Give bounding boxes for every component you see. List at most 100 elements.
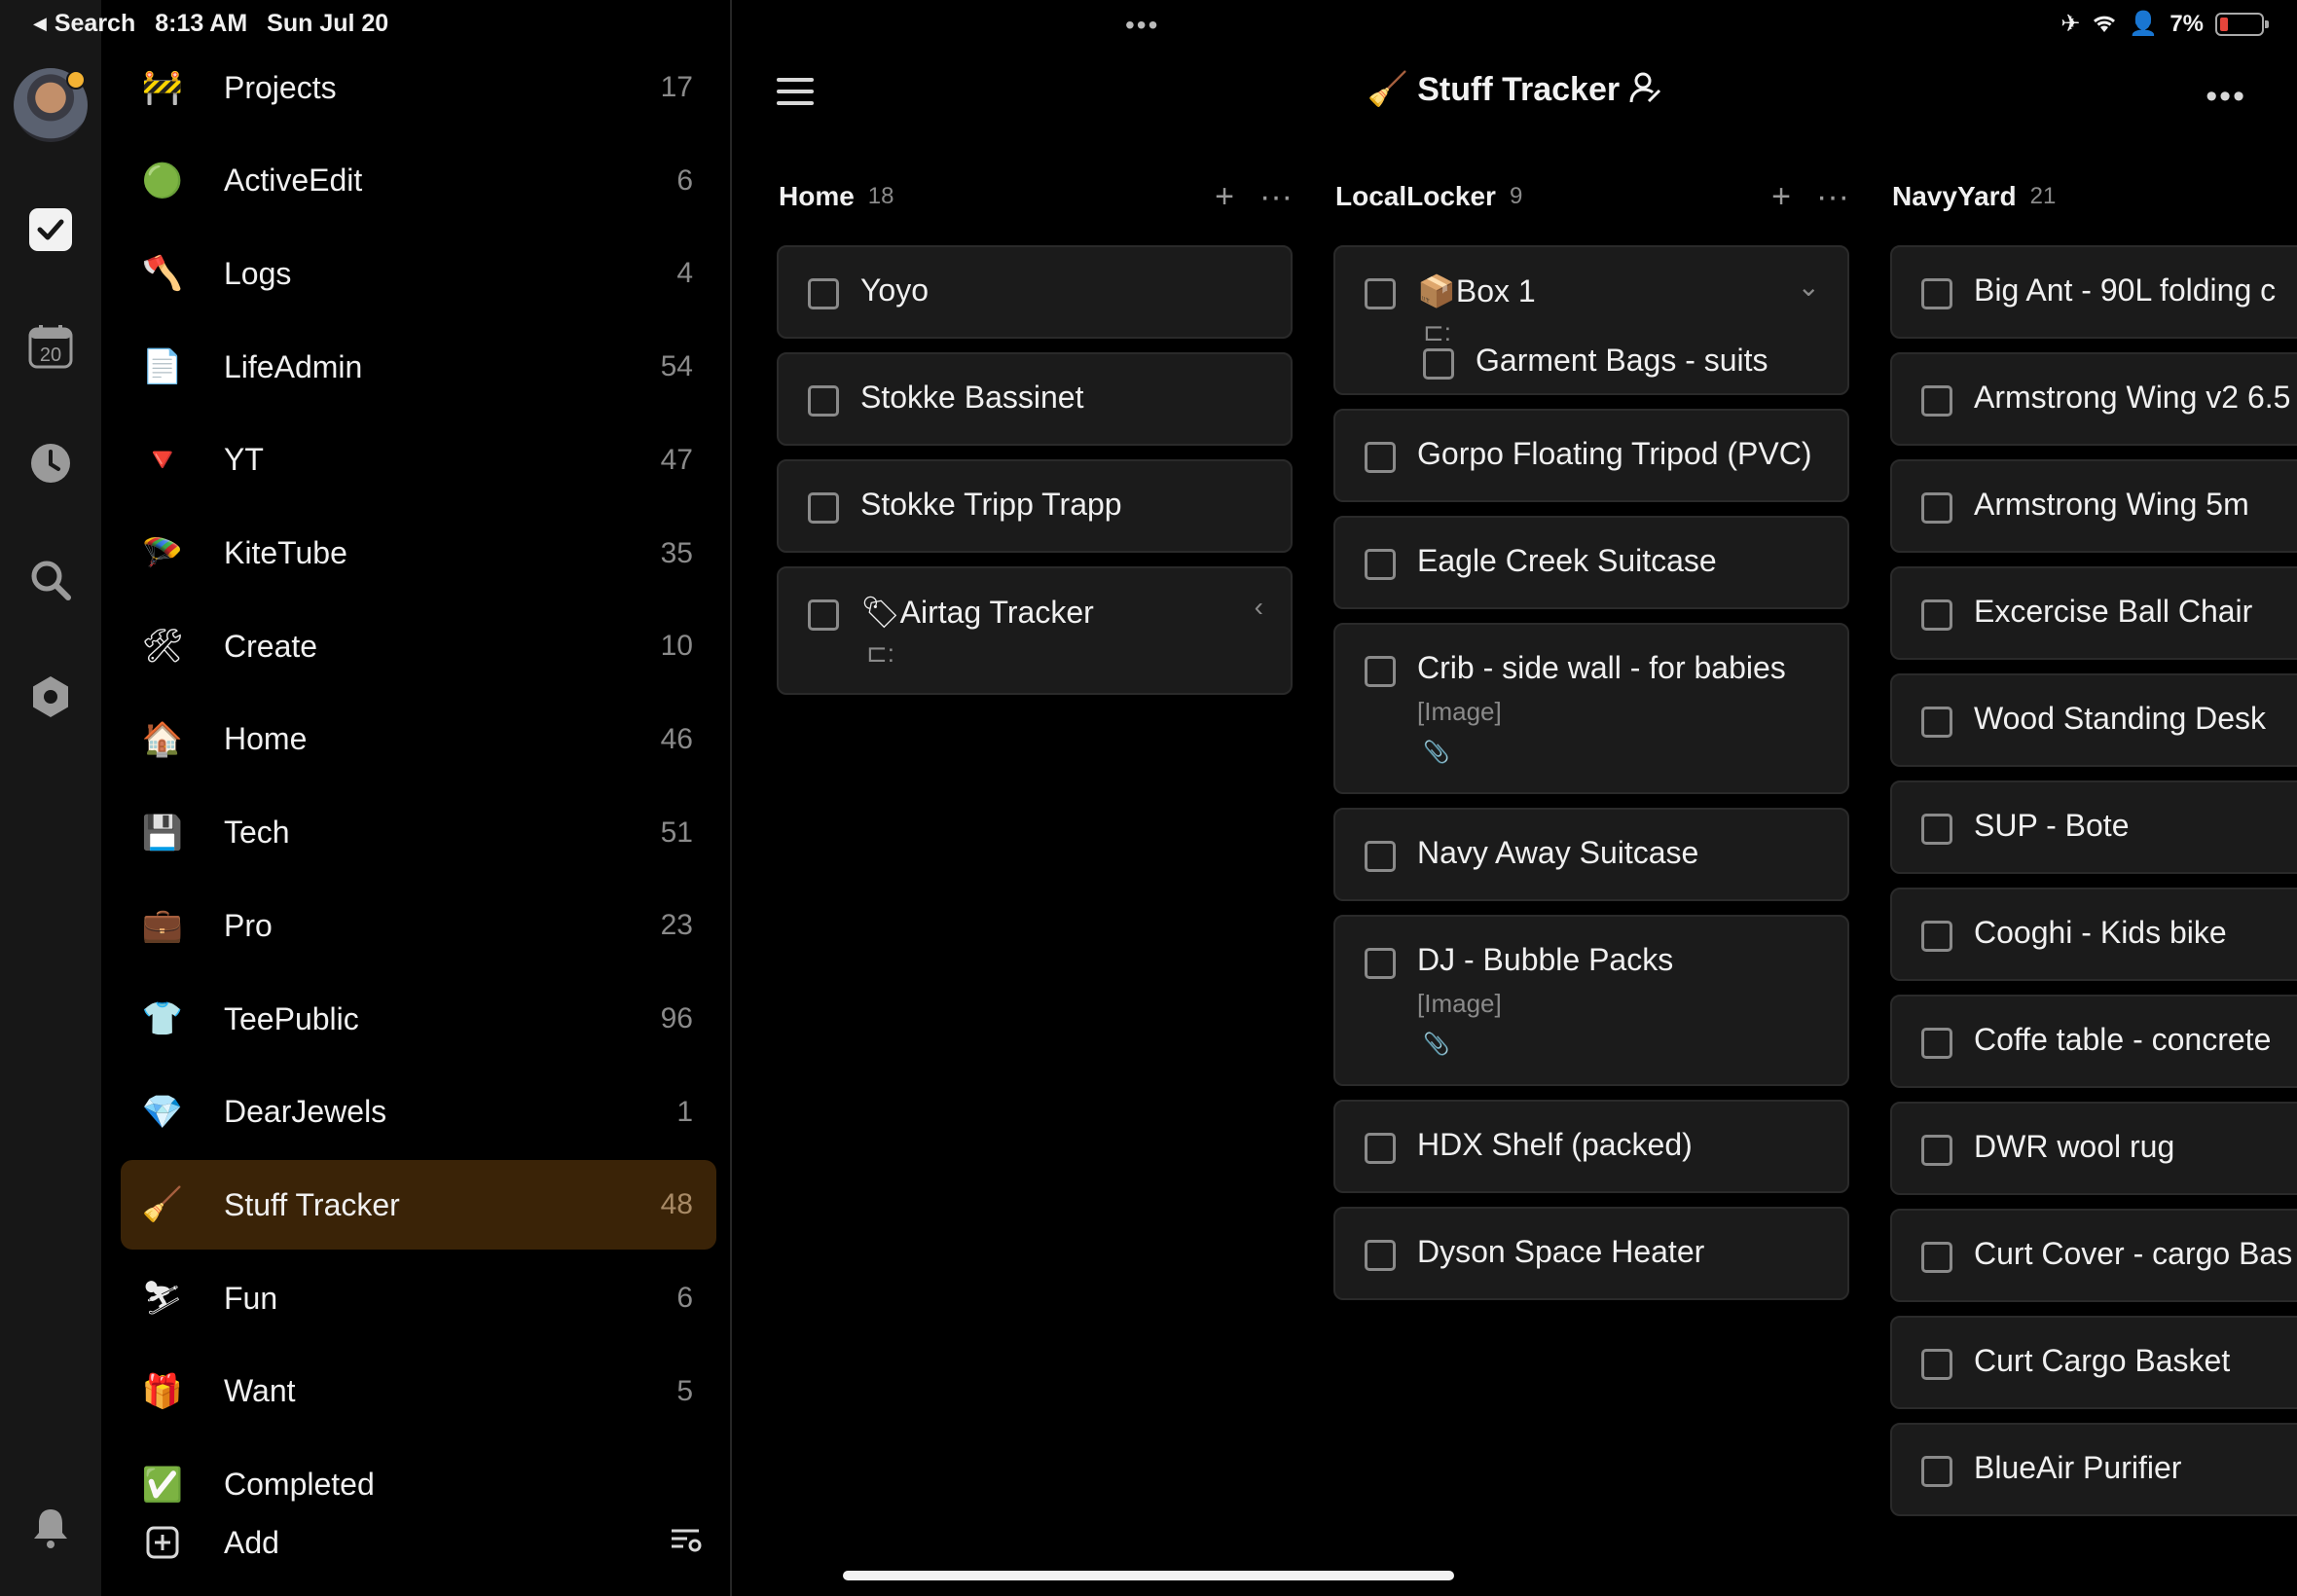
task-description: [Image] (1417, 989, 1502, 1018)
task-checkbox[interactable] (1921, 1135, 1952, 1166)
column-more-icon[interactable]: ··· (1259, 178, 1293, 216)
task-checkbox[interactable] (1921, 707, 1952, 738)
sidebar-project-yt[interactable]: 🔻 YT 47 (121, 416, 716, 505)
task-title: Coffe table - concrete (1974, 1022, 2271, 1058)
expand-chevron-icon[interactable]: ⌄ (1798, 271, 1820, 303)
project-count: 6 (676, 163, 693, 197)
task-checkbox[interactable] (1921, 1242, 1952, 1273)
task-card[interactable]: Dyson Space Heater (1333, 1207, 1849, 1300)
sidebar-project-logs[interactable]: 🪓 Logs 4 (121, 229, 716, 318)
filter-settings-icon[interactable] (670, 1527, 703, 1559)
task-card[interactable]: HDX Shelf (packed) (1333, 1100, 1849, 1193)
task-card[interactable]: DJ - Bubble Packs [Image] 📎 (1333, 915, 1849, 1086)
task-checkbox[interactable] (1921, 278, 1952, 309)
task-checkbox[interactable] (1921, 1349, 1952, 1380)
settings-icon[interactable] (21, 668, 80, 726)
task-card[interactable]: Stokke Tripp Trapp (777, 459, 1293, 553)
task-checkbox[interactable] (808, 278, 839, 309)
sidebar-project-tech[interactable]: 💾 Tech 51 (121, 788, 716, 878)
task-card[interactable]: Excercise Ball Chair (1890, 566, 2297, 660)
task-card[interactable]: Gorpo Floating Tripod (PVC) (1333, 409, 1849, 502)
task-checkbox[interactable] (808, 599, 839, 631)
sidebar-project-fun[interactable]: ⛷ Fun 6 (121, 1253, 716, 1343)
sidebar-project-activeedit[interactable]: 🟢 ActiveEdit 6 (121, 136, 716, 226)
task-card[interactable]: Curt Cargo Basket (1890, 1316, 2297, 1409)
airplane-icon: ✈ (2060, 11, 2081, 37)
task-card[interactable]: Crib - side wall - for babies [Image] 📎 (1333, 623, 1849, 794)
bell-icon[interactable] (21, 1499, 80, 1557)
sidebar-project-kitetube[interactable]: 🪂 KiteTube 35 (121, 509, 716, 598)
task-checkbox[interactable] (808, 492, 839, 524)
task-checkbox[interactable] (1921, 599, 1952, 631)
sidebar-project-home[interactable]: 🏠 Home 46 (121, 695, 716, 784)
task-card[interactable]: Big Ant - 90L folding c (1890, 245, 2297, 339)
task-checkbox[interactable] (1365, 1133, 1396, 1164)
task-checkbox[interactable] (1921, 814, 1952, 845)
task-checkbox[interactable] (1365, 1240, 1396, 1271)
task-card[interactable]: Coffe table - concrete (1890, 995, 2297, 1088)
task-card[interactable]: Navy Away Suitcase (1333, 808, 1849, 901)
multitasking-dots-icon[interactable]: ••• (1125, 10, 1159, 41)
task-title: BlueAir Purifier (1974, 1450, 2181, 1486)
task-card[interactable]: Yoyo (777, 245, 1293, 339)
task-card[interactable]: 📦Box 1 ⌄ ⊏: Garment Bags - suits (1333, 245, 1849, 395)
task-card[interactable]: SUP - Bote (1890, 780, 2297, 874)
add-task-icon[interactable]: + (1771, 178, 1791, 216)
sidebar-project-want[interactable]: 🎁 Want 5 (121, 1347, 716, 1436)
task-card[interactable]: Stokke Bassinet (777, 352, 1293, 446)
task-card[interactable]: BlueAir Purifier (1890, 1423, 2297, 1516)
task-checkbox[interactable] (1921, 1456, 1952, 1487)
task-checkbox[interactable] (1921, 385, 1952, 417)
clock-icon[interactable] (21, 434, 80, 492)
home-indicator[interactable] (843, 1571, 1454, 1580)
tasks-icon[interactable] (21, 200, 80, 259)
task-checkbox[interactable] (1921, 921, 1952, 952)
project-name: Tech (224, 815, 290, 851)
shared-person-icon[interactable] (1629, 71, 1662, 104)
status-date: Sun Jul 20 (267, 10, 389, 37)
task-checkbox[interactable] (1921, 1028, 1952, 1059)
task-card[interactable]: Armstrong Wing v2 6.5 (1890, 352, 2297, 446)
search-icon[interactable] (21, 551, 80, 609)
person-icon: 👤 (2129, 11, 2159, 37)
task-checkbox[interactable] (1365, 549, 1396, 580)
task-card[interactable]: Armstrong Wing 5m (1890, 459, 2297, 553)
back-to-app-label[interactable]: Search (55, 10, 135, 38)
expand-chevron-icon[interactable]: ‹ (1255, 592, 1263, 623)
project-count: 96 (660, 1002, 693, 1034)
task-checkbox[interactable] (808, 385, 839, 417)
sidebar-project-pro[interactable]: 💼 Pro 23 (121, 881, 716, 970)
sidebar-project-projects[interactable]: 🚧 Projects 17 (121, 43, 716, 132)
task-card[interactable]: Eagle Creek Suitcase (1333, 516, 1849, 609)
sidebar-project-stuff-tracker[interactable]: 🧹 Stuff Tracker 48 (121, 1160, 716, 1251)
task-checkbox[interactable] (1365, 948, 1396, 979)
add-project-icon[interactable] (138, 1518, 187, 1567)
briefcase-icon: 💼 (141, 907, 184, 945)
task-checkbox[interactable] (1365, 442, 1396, 473)
more-options-icon[interactable]: ••• (2206, 78, 2246, 116)
project-count: 51 (660, 816, 693, 849)
task-card[interactable]: DWR wool rug (1890, 1102, 2297, 1195)
sidebar-project-create[interactable]: 🛠 Create 10 (121, 601, 716, 691)
task-checkbox[interactable] (1365, 278, 1396, 309)
sidebar-project-dearjewels[interactable]: 💎 DearJewels 1 (121, 1068, 716, 1157)
column-more-icon[interactable]: ··· (1816, 178, 1849, 216)
task-checkbox[interactable] (1921, 492, 1952, 524)
task-card[interactable]: Cooghi - Kids bike (1890, 888, 2297, 981)
task-card[interactable]: Wood Standing Desk (1890, 673, 2297, 767)
sidebar-project-lifeadmin[interactable]: 📄 LifeAdmin 54 (121, 322, 716, 412)
add-task-icon[interactable]: + (1215, 178, 1234, 216)
back-arrow-icon[interactable]: ◀ (33, 14, 47, 34)
add-project-button[interactable]: Add (224, 1525, 670, 1561)
task-checkbox[interactable] (1365, 841, 1396, 872)
task-card[interactable]: Curt Cover - cargo Bas (1890, 1209, 2297, 1302)
calendar-icon[interactable]: 20 (21, 317, 80, 376)
subtask-checkbox[interactable] (1423, 348, 1454, 380)
status-bar: ◀ Search 8:13 AM Sun Jul 20 ••• ✈ 👤 7% (0, 0, 2297, 47)
task-title-text: Cooghi - Kids bike (1974, 915, 2227, 950)
board-column-navyyard: NavyYard 21 Big Ant - 90L folding c Armstro… (1890, 173, 2297, 1536)
task-checkbox[interactable] (1365, 656, 1396, 687)
task-card[interactable]: 🏷Airtag Tracker ‹ ⊏: (777, 566, 1293, 695)
gem-icon: 💎 (141, 1093, 184, 1131)
sidebar-project-teepublic[interactable]: 👕 TeePublic 96 (121, 974, 716, 1064)
